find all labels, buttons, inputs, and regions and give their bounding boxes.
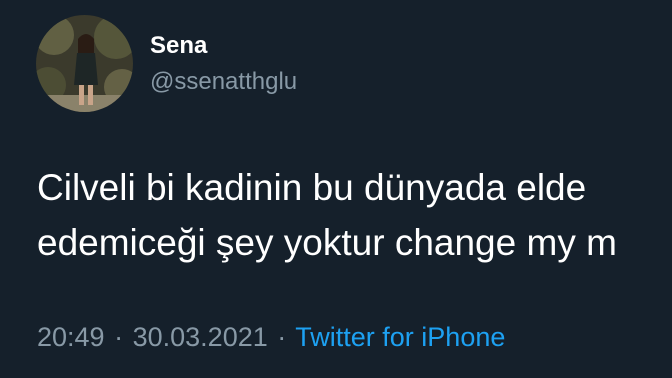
tweet-text-line-2: edemiceği şey yoktur change my m: [37, 222, 617, 263]
meta-separator: ·: [114, 322, 124, 352]
meta-separator: ·: [277, 322, 287, 352]
tweet-card: Sena @ssenatthglu Cilveli bi kadinin bu …: [0, 0, 672, 378]
tweet-text-line-1: Cilveli bi kadinin bu dünyada elde: [37, 167, 587, 208]
author-handle[interactable]: @ssenatthglu: [150, 67, 297, 97]
avatar[interactable]: [36, 15, 133, 112]
author-display-name[interactable]: Sena: [150, 31, 207, 61]
tweet-date[interactable]: 30.03.2021: [133, 322, 268, 352]
tweet-time[interactable]: 20:49: [37, 322, 105, 352]
avatar-photo: [36, 15, 133, 112]
tweet-metadata: 20:49 · 30.03.2021 · Twitter for iPhone: [37, 321, 505, 353]
tweet-source-link[interactable]: Twitter for iPhone: [295, 322, 505, 352]
tweet-text: Cilveli bi kadinin bu dünyada elde edemi…: [37, 160, 672, 280]
